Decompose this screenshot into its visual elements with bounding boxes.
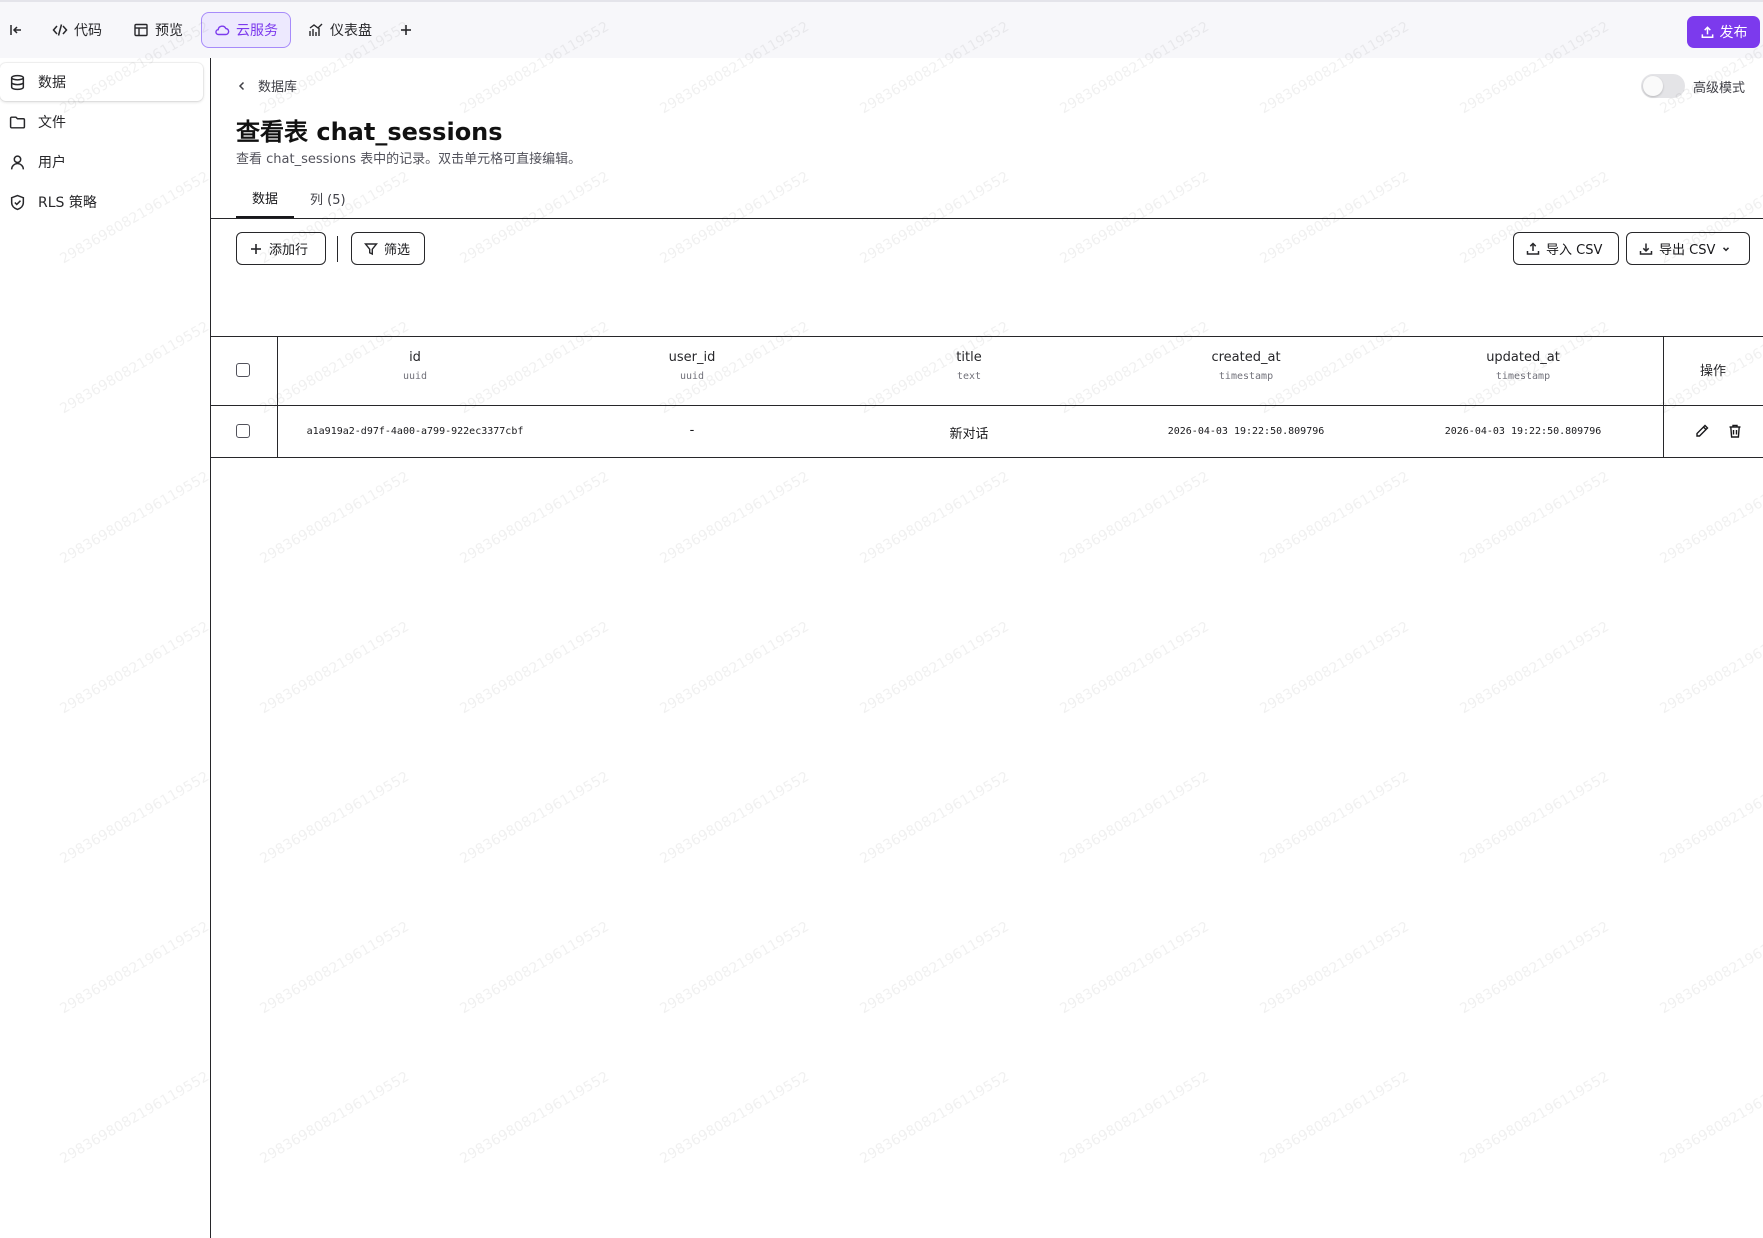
database-icon [10, 74, 25, 90]
tab-code-label: 代码 [74, 23, 102, 39]
tab-data-label: 数据 [252, 191, 279, 207]
publish-button[interactable]: 发布 [1687, 16, 1760, 48]
sidebar-item-label: 数据 [38, 75, 66, 91]
page-description: 查看 chat_sessions 表中的记录。双击单元格可直接编辑。 [236, 152, 582, 167]
sidebar-item-files[interactable]: 文件 [0, 103, 203, 141]
download-icon [1639, 243, 1653, 255]
column-type: uuid [402, 371, 428, 382]
actions-header: 操作 [1699, 364, 1726, 379]
advanced-mode-label: 高级模式 [1693, 80, 1746, 96]
chart-line-icon [309, 23, 323, 36]
sidebar-item-data[interactable]: 数据 [0, 63, 203, 101]
column-header-created-at[interactable]: created_at timestamp [1108, 350, 1384, 382]
table-header-border [211, 405, 1763, 406]
add-tab-button[interactable] [398, 12, 414, 48]
column-type: text [956, 371, 982, 382]
plus-icon [401, 25, 411, 35]
pencil-icon [1696, 424, 1709, 437]
tab-dashboard-label: 仪表盘 [330, 23, 372, 39]
sidebar-item-rls[interactable]: RLS 策略 [0, 183, 203, 221]
cell-created-at[interactable]: 2026-04-03 19:22:50.809796 [1108, 426, 1384, 437]
import-csv-button[interactable]: 导入 CSV [1513, 232, 1619, 265]
column-type: uuid [679, 371, 705, 382]
top-toolbar: 代码 预览 云服务 仪表盘 发布 [0, 0, 1763, 58]
cloud-icon [215, 25, 230, 36]
column-header-id[interactable]: id uuid [277, 350, 553, 382]
column-header-title[interactable]: title text [831, 350, 1107, 382]
column-type: timestamp [1495, 371, 1551, 382]
tabs-divider [211, 218, 1763, 219]
tab-dashboard[interactable]: 仪表盘 [308, 12, 372, 48]
tab-cloud-service[interactable]: 云服务 [201, 12, 291, 48]
add-row-button[interactable]: 添加行 [236, 232, 326, 265]
upload-icon [1701, 25, 1713, 38]
cell-title[interactable]: 新对话 [831, 423, 1107, 442]
column-name: updated_at [1486, 350, 1560, 365]
column-name: title [956, 350, 982, 365]
plus-icon [251, 243, 261, 254]
publish-label: 发布 [1719, 25, 1748, 41]
chevron-left-icon [238, 81, 245, 90]
page-title: 查看表 chat_sessions [236, 118, 503, 146]
chevron-down-icon [1723, 246, 1730, 251]
tab-code[interactable]: 代码 [52, 12, 102, 48]
layout-icon [134, 23, 148, 37]
delete-row-button[interactable] [1727, 423, 1743, 439]
table-col-divider [1663, 336, 1664, 458]
sidebar-item-label: 用户 [38, 155, 66, 171]
folder-icon [9, 115, 26, 129]
column-name: id [409, 350, 421, 365]
trash-icon [1729, 424, 1741, 438]
export-csv-button[interactable]: 导出 CSV [1626, 232, 1750, 265]
add-row-label: 添加行 [269, 243, 309, 258]
column-header-id[interactable] [277, 292, 553, 350]
column-type: timestamp [1218, 371, 1274, 382]
main-content: 数据库 高级模式 查看表 chat_sessions 查看 chat_sessi… [211, 58, 1763, 1238]
tab-cloud-service-label: 云服务 [236, 23, 278, 39]
breadcrumb-label: 数据库 [258, 80, 298, 95]
advanced-mode: 高级模式 [1641, 74, 1745, 98]
select-all-checkbox[interactable] [236, 363, 250, 377]
tab-preview[interactable]: 预览 [133, 12, 183, 48]
user-icon [10, 154, 25, 170]
column-header-user-id[interactable]: user_id uuid [554, 350, 830, 382]
table-row-border [211, 457, 1763, 458]
row-checkbox[interactable] [236, 424, 250, 438]
collapse-sidebar-icon[interactable] [8, 12, 24, 48]
sidebar-item-label: 文件 [38, 115, 66, 131]
toolbar-divider [337, 236, 338, 262]
breadcrumb[interactable]: 数据库 [236, 76, 297, 95]
cell-updated-at[interactable]: 2026-04-03 19:22:50.809796 [1385, 426, 1661, 437]
column-name: created_at [1211, 350, 1281, 365]
edit-row-button[interactable] [1694, 423, 1710, 439]
column-name: user_id [668, 350, 716, 365]
sidebar-item-users[interactable]: 用户 [0, 143, 203, 181]
export-csv-label: 导出 CSV [1659, 243, 1716, 258]
tab-columns-label: 列 (5) [310, 192, 346, 208]
filter-button[interactable]: 筛选 [351, 232, 425, 265]
filter-label: 筛选 [384, 243, 411, 258]
filter-icon [364, 242, 378, 255]
content-tabs: 数据 列 (5) [236, 178, 362, 218]
sidebar: 数据 文件 用户 RLS 策略 [0, 58, 211, 1238]
column-header-updated-at[interactable]: updated_at timestamp [1385, 350, 1661, 382]
tab-data[interactable]: 数据 [236, 178, 295, 218]
cell-id[interactable]: a1a919a2-d97f-4a00-a799-922ec3377cbf [277, 426, 553, 437]
tab-preview-label: 预览 [155, 23, 183, 39]
sidebar-item-label: RLS 策略 [38, 195, 97, 211]
tab-columns[interactable]: 列 (5) [294, 178, 362, 218]
upload-icon [1526, 241, 1540, 255]
advanced-mode-toggle[interactable] [1641, 74, 1685, 98]
import-csv-label: 导入 CSV [1546, 243, 1603, 258]
shield-icon [10, 194, 25, 210]
code-icon [52, 24, 68, 36]
cell-user-id[interactable]: - [554, 423, 830, 438]
